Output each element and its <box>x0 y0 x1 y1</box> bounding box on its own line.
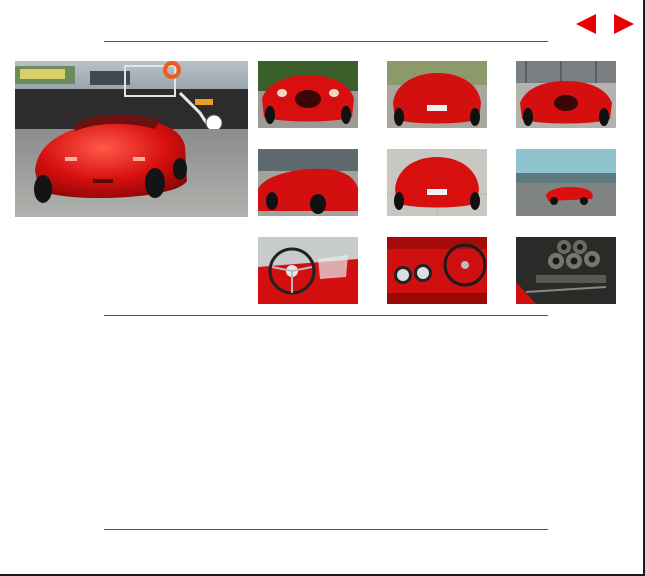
steering-wheel-interior-image <box>258 237 358 304</box>
previous-page-button[interactable] <box>574 12 598 36</box>
main-photo[interactable] <box>15 61 248 217</box>
thumbnail-8[interactable] <box>387 237 487 304</box>
thumbnail-5[interactable] <box>387 149 487 216</box>
red-roadster-rear-plain-image <box>387 149 487 216</box>
thumbnail-7[interactable] <box>258 237 358 304</box>
thumbnail-1[interactable] <box>258 61 358 128</box>
engine-carburetors-image <box>516 237 616 304</box>
next-page-button[interactable] <box>612 12 636 36</box>
page-navigation <box>574 12 636 36</box>
red-roadster-rear-quarter-image <box>258 149 358 216</box>
description-area <box>104 318 548 526</box>
thumbnail-3[interactable] <box>516 61 616 128</box>
red-roadster-rear-harbor-image <box>15 61 248 217</box>
red-roadster-motion-image <box>516 149 616 216</box>
thumbnail-6[interactable] <box>516 149 616 216</box>
red-roadster-rear-image <box>387 61 487 128</box>
gallery-page <box>0 0 645 576</box>
dashboard-gauges-image <box>387 237 487 304</box>
red-roadster-front-parking-image <box>516 61 616 128</box>
middle-divider <box>104 315 548 316</box>
bottom-divider <box>104 529 548 530</box>
thumbnail-9[interactable] <box>516 237 616 304</box>
top-divider <box>104 41 548 42</box>
triangle-left-icon <box>576 14 596 34</box>
red-roadster-front-trees-image <box>258 61 358 128</box>
triangle-right-icon <box>614 14 634 34</box>
thumbnail-2[interactable] <box>387 61 487 128</box>
thumbnail-4[interactable] <box>258 149 358 216</box>
